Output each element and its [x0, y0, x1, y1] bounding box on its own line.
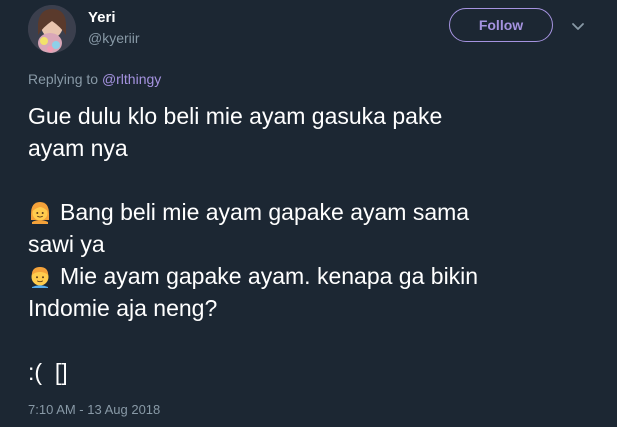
- tweet-line-with-emoji: Bang beli mie ayam gapake ayam sama: [28, 196, 588, 228]
- man-emoji-icon: [28, 264, 52, 288]
- replying-to: Replying to @rlthingy: [28, 71, 161, 87]
- tweet-card: Yeri @kyeriir Follow Replying to @rlthin…: [0, 0, 617, 427]
- girl-emoji-icon: [28, 200, 52, 224]
- tweet-line: Gue dulu klo beli mie ayam gasuka pake: [28, 103, 443, 129]
- tweet-line: :( []: [28, 359, 68, 385]
- display-name[interactable]: Yeri: [88, 9, 116, 26]
- tweet-line: ayam nya: [28, 135, 128, 161]
- avatar[interactable]: [28, 5, 76, 53]
- tweet-line: sawi ya: [28, 231, 105, 257]
- tweet-line: Indomie aja neng?: [28, 295, 218, 321]
- tweet-line: Mie ayam gapake ayam. kenapa ga bikin: [60, 263, 479, 289]
- reply-mention-link[interactable]: @rlthingy: [102, 71, 161, 87]
- tweet-line: Bang beli mie ayam gapake ayam sama: [60, 199, 470, 225]
- follow-button[interactable]: Follow: [449, 8, 553, 42]
- replying-prefix: Replying to: [28, 71, 102, 87]
- timestamp-link[interactable]: 7:10 AM - 13 Aug 2018: [28, 402, 160, 417]
- tweet-text: Gue dulu klo beli mie ayam gasuka pake a…: [28, 100, 588, 388]
- chevron-down-icon[interactable]: [569, 18, 587, 36]
- tweet-line-with-emoji: Mie ayam gapake ayam. kenapa ga bikin: [28, 260, 588, 292]
- user-handle[interactable]: @kyeriir: [88, 30, 140, 46]
